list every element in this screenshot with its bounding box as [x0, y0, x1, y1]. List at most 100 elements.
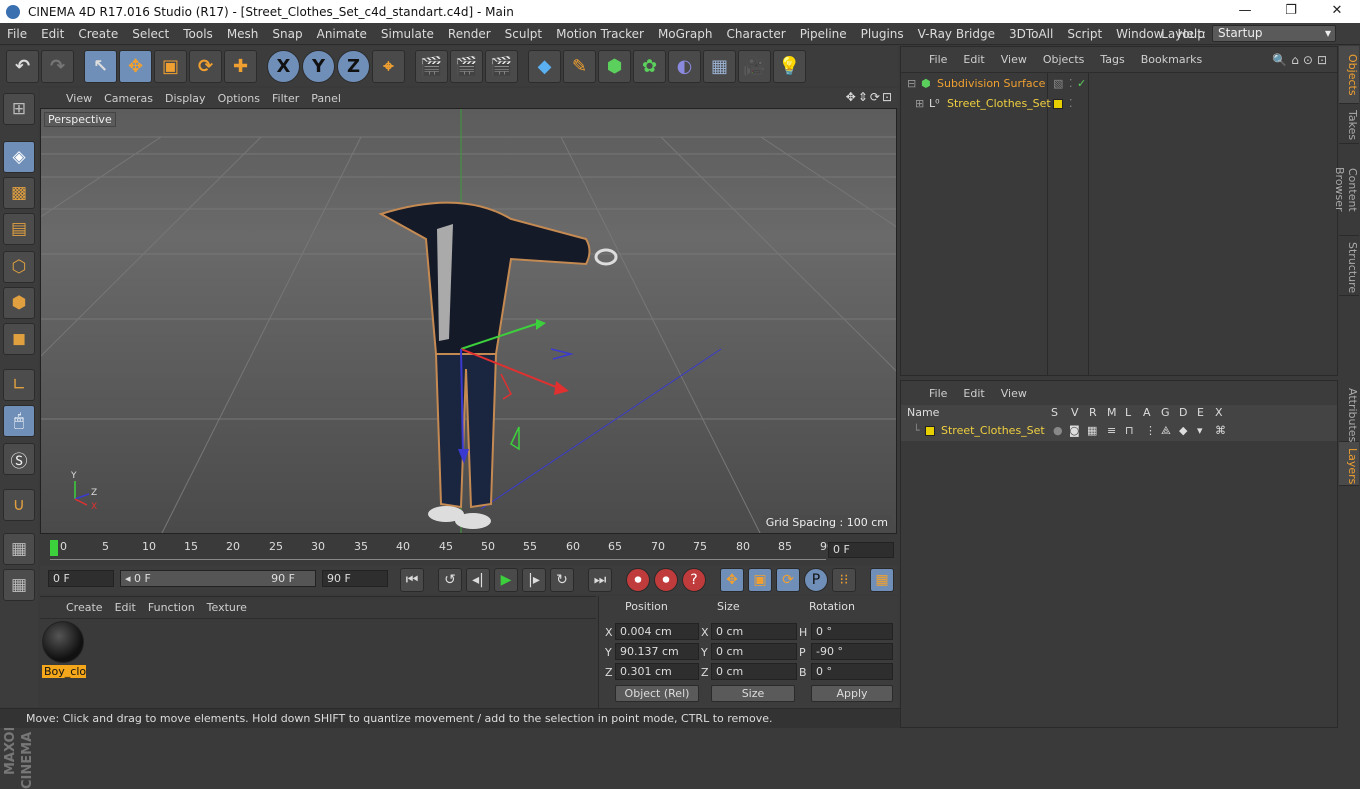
live-selection-icon[interactable]: ↖ [84, 49, 117, 83]
previous-key-icon[interactable]: ↺ [438, 568, 462, 592]
keyframe-selection-icon[interactable]: ? [682, 568, 706, 592]
x-axis-lock-icon[interactable]: X [267, 49, 300, 83]
points-mode-icon[interactable]: ⬡ [3, 251, 35, 283]
workplane-mode-icon[interactable]: ▤ [3, 213, 35, 245]
next-frame-icon[interactable]: |▸ [522, 568, 546, 592]
viewport-menu-filter[interactable]: Filter [266, 92, 305, 105]
key-rotation-icon[interactable]: ⟳ [776, 568, 800, 592]
edit-render-settings-icon[interactable]: 🎬 [485, 49, 518, 83]
start-frame-field[interactable]: 0 F [48, 570, 114, 587]
layers-menu-view[interactable]: View [993, 387, 1035, 400]
play-icon[interactable]: ▶ [494, 568, 518, 592]
menu-mograph[interactable]: MoGraph [651, 23, 720, 45]
expressions-toggle-icon[interactable]: ▾ [1197, 421, 1203, 441]
polygons-mode-icon[interactable]: ◼ [3, 323, 35, 355]
render-to-picture-viewer-icon[interactable]: 🎬 [450, 49, 483, 83]
viewport-menu-view[interactable]: View [60, 92, 98, 105]
size-x-field[interactable]: 0 cm [711, 623, 797, 640]
workplane-lock-icon[interactable]: ▦ [3, 533, 35, 565]
expand-toggle-icon[interactable]: ⊟ [907, 74, 916, 94]
next-key-icon[interactable]: ↻ [550, 568, 574, 592]
column-manager[interactable]: M [1107, 405, 1117, 421]
manager-toggle-icon[interactable]: ≡ [1107, 421, 1116, 441]
viewport-menu-cameras[interactable]: Cameras [98, 92, 159, 105]
material-menu-texture[interactable]: Texture [201, 601, 253, 614]
timeline-playhead[interactable] [50, 540, 58, 556]
menu-select[interactable]: Select [125, 23, 176, 45]
go-to-end-icon[interactable]: ⏭ [588, 568, 612, 592]
solo-toggle-icon[interactable]: ● [1053, 421, 1063, 441]
minimize-button[interactable]: — [1222, 0, 1268, 23]
viewport-menu-panel[interactable]: Panel [305, 92, 347, 105]
layers-menu-edit[interactable]: Edit [955, 387, 992, 400]
viewport-menu-options[interactable]: Options [212, 92, 266, 105]
coordinate-mode-dropdown[interactable]: Object (Rel) [615, 685, 699, 702]
viewport-menu-display[interactable]: Display [159, 92, 212, 105]
objects-menu-objects[interactable]: Objects [1035, 53, 1093, 66]
menu-mesh[interactable]: Mesh [220, 23, 266, 45]
record-keys-icon[interactable]: ⏺ [626, 568, 650, 592]
key-scale-icon[interactable]: ▣ [748, 568, 772, 592]
timeline-window-icon[interactable]: ▦ [870, 568, 894, 592]
menu-script[interactable]: Script [1060, 23, 1109, 45]
timeline-ruler[interactable]: 0 5 10 15 20 25 30 35 40 45 50 55 60 65 … [40, 536, 898, 564]
pen-spline-icon[interactable]: ✎ [563, 49, 596, 83]
column-xref[interactable]: X [1215, 405, 1223, 421]
rotation-p-field[interactable]: -90 ° [811, 643, 893, 660]
visibility-dots-icon[interactable]: ⁚ [1069, 94, 1073, 114]
expand-toggle-icon[interactable]: ⊞ [915, 94, 924, 114]
tab-takes[interactable]: Takes [1339, 104, 1359, 144]
animation-toggle-icon[interactable]: ⋮ [1145, 421, 1156, 441]
column-solo[interactable]: S [1051, 405, 1058, 421]
model-mode-icon[interactable]: ◈ [3, 141, 35, 173]
tweak-mode-icon[interactable]: 🖱 [3, 405, 35, 437]
make-editable-icon[interactable]: ⊞ [3, 93, 35, 125]
apply-button[interactable]: Apply [811, 685, 893, 702]
key-pla-icon[interactable]: ⁝⁝ [832, 568, 856, 592]
object-manager-search-icons[interactable]: 🔍⌂⊙⊡ [1272, 53, 1331, 67]
last-tool-icon[interactable]: ✚ [224, 49, 257, 83]
coordinate-system-icon[interactable]: ⌖ [372, 49, 405, 83]
z-axis-lock-icon[interactable]: Z [337, 49, 370, 83]
render-view-icon[interactable]: 🎬 [415, 49, 448, 83]
column-name[interactable]: Name [907, 405, 939, 421]
tab-content-browser[interactable]: Content Browser [1333, 144, 1359, 236]
camera-icon[interactable]: 🎥 [738, 49, 771, 83]
menu-motion-tracker[interactable]: Motion Tracker [549, 23, 651, 45]
viewport-navigation-icons[interactable]: ✥⇕⟳⊡ [846, 90, 894, 104]
array-cloner-icon[interactable]: ✿ [633, 49, 666, 83]
menu-vray-bridge[interactable]: V-Ray Bridge [911, 23, 1002, 45]
menu-simulate[interactable]: Simulate [374, 23, 441, 45]
visibility-dots-icon[interactable]: ⁚ [1069, 74, 1073, 94]
layer-color-icon[interactable] [1053, 94, 1063, 114]
render-toggle-icon[interactable]: ▦ [1087, 421, 1097, 441]
objects-menu-view[interactable]: View [993, 53, 1035, 66]
texture-mode-icon[interactable]: ▩ [3, 177, 35, 209]
tab-attributes[interactable]: Attributes [1339, 382, 1359, 442]
close-button[interactable]: ✕ [1314, 0, 1360, 23]
layer-color-icon[interactable] [925, 421, 935, 441]
menu-sculpt[interactable]: Sculpt [498, 23, 549, 45]
view-toggle-icon[interactable]: ◙ [1069, 421, 1080, 441]
perspective-viewport[interactable]: Y Z X Perspective Grid Spacing : 100 cm [40, 108, 897, 534]
go-to-start-icon[interactable]: ⏮ [400, 568, 424, 592]
subdivision-surface-icon[interactable]: ⬢ [598, 49, 631, 83]
menu-file[interactable]: File [0, 23, 34, 45]
position-x-field[interactable]: 0.004 cm [615, 623, 699, 640]
floor-icon[interactable]: ▦ [703, 49, 736, 83]
menu-plugins[interactable]: Plugins [854, 23, 911, 45]
move-tool-icon[interactable]: ✥ [119, 49, 152, 83]
menu-create[interactable]: Create [71, 23, 125, 45]
generators-toggle-icon[interactable]: ⟁ [1161, 421, 1171, 441]
menu-edit[interactable]: Edit [34, 23, 71, 45]
axis-mode-icon[interactable]: ∟ [3, 369, 35, 401]
objects-menu-tags[interactable]: Tags [1092, 53, 1132, 66]
column-locked[interactable]: L [1125, 405, 1131, 421]
layer-tag-icon[interactable]: ▧ [1053, 74, 1063, 94]
position-z-field[interactable]: 0.301 cm [615, 663, 699, 680]
y-axis-lock-icon[interactable]: Y [302, 49, 335, 83]
undo-icon[interactable]: ↶ [6, 49, 39, 83]
frame-ruler[interactable]: 0 5 10 15 20 25 30 35 40 45 50 55 60 65 … [50, 540, 834, 560]
scale-tool-icon[interactable]: ▣ [154, 49, 187, 83]
size-mode-dropdown[interactable]: Size [711, 685, 795, 702]
